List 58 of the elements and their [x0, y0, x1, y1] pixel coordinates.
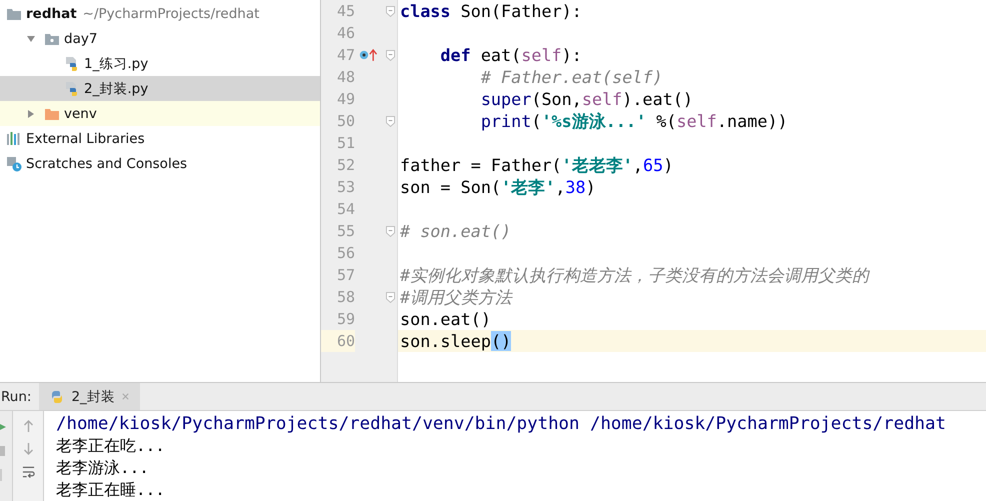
code-line: super(Son,self).eat() [480, 88, 694, 110]
line-number: 55 [336, 221, 355, 242]
console-output-line: /home/kiosk/PycharmProjects/redhat/venv/bin/python /home/kiosk/PycharmProjects/redhat [56, 413, 946, 435]
project-path: ~/PycharmProjects/redhat [82, 6, 260, 22]
code-line: son = Son('老李',38) [400, 176, 596, 198]
code-line: # Father.eat(self) [480, 66, 663, 88]
line-number: 50 [336, 111, 355, 132]
tree-item[interactable]: Scratches and Consoles [0, 151, 320, 176]
python-file-icon [64, 80, 80, 96]
fold-marker-icon[interactable] [386, 116, 394, 126]
line-number: 46 [336, 23, 355, 44]
line-number: 57 [336, 265, 355, 286]
line-number: 51 [336, 133, 355, 154]
code-line: print('%s游泳...' %(self.name)) [480, 110, 788, 132]
run-label: Run: [0, 388, 32, 406]
line-number: 59 [336, 309, 355, 330]
line-number: 53 [336, 177, 355, 198]
collapse-arrow-icon[interactable] [26, 34, 36, 44]
expand-arrow-icon[interactable] [26, 108, 36, 118]
line-number: 56 [336, 243, 355, 264]
fold-marker-icon[interactable] [386, 226, 394, 236]
close-icon[interactable] [120, 392, 130, 401]
line-number: 60 [321, 330, 355, 352]
console-output-line: 老李正在睡... [56, 479, 166, 501]
python-file-icon [64, 56, 80, 72]
scratches-icon [6, 156, 22, 172]
tree-item[interactable]: redhat ~/PycharmProjects/redhat [0, 1, 320, 26]
code-line: #实例化对象默认执行构造方法，子类没有的方法会调用父类的 [400, 264, 870, 286]
code-line: def eat(self): [440, 44, 582, 66]
tree-item[interactable]: External Libraries [0, 126, 320, 151]
code-line: # son.eat() [400, 220, 512, 242]
down-arrow-icon[interactable] [22, 442, 34, 456]
fold-marker-icon[interactable] [386, 6, 394, 16]
console-output-line: 老李正在吃... [56, 435, 166, 457]
code-line: class Son(Father): [400, 0, 582, 22]
code-line: son.sleep() [400, 330, 512, 352]
line-number: 49 [336, 89, 355, 110]
soft-wrap-icon[interactable] [22, 465, 34, 479]
code-line: #调用父类方法 [400, 286, 512, 308]
tree-item[interactable]: 1_练习.py [0, 51, 320, 76]
line-number: 52 [336, 155, 355, 176]
override-icon[interactable] [359, 48, 379, 62]
code-line: father = Father('老老李',65) [400, 154, 674, 176]
tree-item[interactable]: 2_封装.py [0, 76, 320, 101]
tree-item[interactable]: venv [0, 101, 320, 126]
run-tab[interactable]: 2_封装 [39, 383, 140, 410]
line-number: 48 [336, 67, 355, 88]
code-line: son.eat() [400, 308, 491, 330]
line-number: 45 [336, 1, 355, 22]
line-number: 58 [336, 287, 355, 308]
line-number: 47 [336, 45, 355, 66]
up-arrow-icon[interactable] [22, 419, 34, 433]
console-output-line: 老李游泳... [56, 457, 150, 479]
fold-marker-icon[interactable] [386, 292, 394, 302]
libraries-icon [6, 130, 22, 146]
tree-item[interactable]: day7 [0, 26, 320, 51]
fold-marker-icon[interactable] [386, 50, 394, 60]
line-number: 54 [336, 199, 355, 220]
